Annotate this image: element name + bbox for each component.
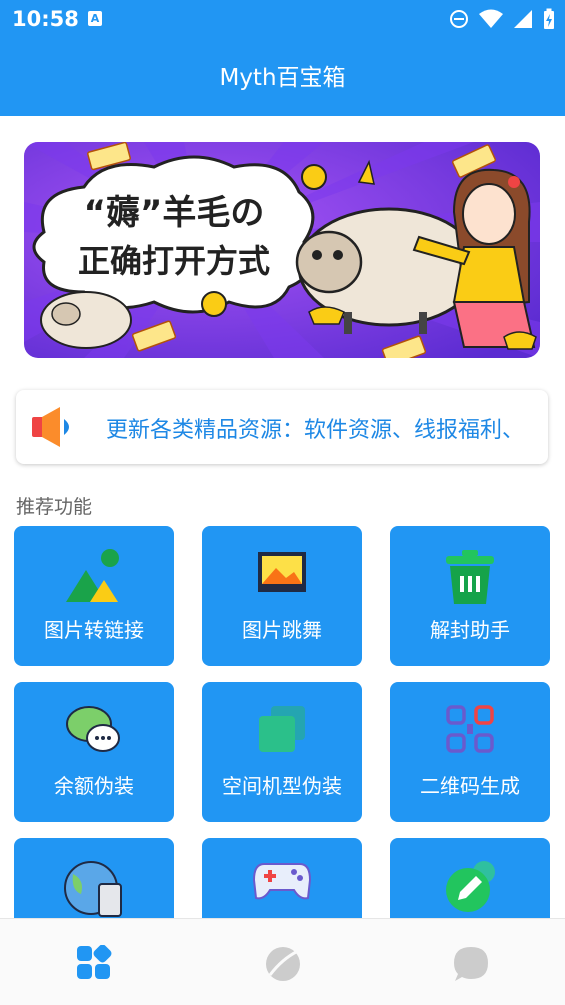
status-icons	[449, 8, 555, 30]
notice-marquee: 更新各类精品资源：软件资源、线报福利、	[106, 390, 542, 464]
notice-card[interactable]: 更新各类精品资源：软件资源、线报福利、	[16, 390, 548, 464]
nav-messages[interactable]	[452, 945, 490, 987]
gamepad-icon	[252, 860, 312, 906]
feature-grid: 图片转链接 图片跳舞 解封助手 余额伪装 空间机型伪装 二维码生成	[0, 518, 565, 918]
feature-tile-image-to-link[interactable]: 图片转链接	[14, 526, 174, 666]
status-time: 10:58	[12, 7, 79, 31]
stacked-squares-icon	[257, 704, 307, 758]
nav-home-apps[interactable]	[76, 944, 112, 985]
apps-grid-icon	[77, 944, 112, 979]
feature-tile-gamepad[interactable]	[202, 838, 362, 918]
promo-banner[interactable]: “薅”羊毛の 正确打开方式	[24, 142, 540, 358]
image-mountain-icon	[64, 548, 124, 608]
feature-tile-device-model-disguise[interactable]: 空间机型伪装	[202, 682, 362, 822]
chat-icon	[454, 947, 488, 981]
feature-tile-globe-device[interactable]	[14, 838, 174, 918]
banner-headline-line2: 正确打开方式	[78, 242, 270, 280]
section-title: 推荐功能	[16, 496, 93, 518]
speaker-icon	[30, 404, 78, 454]
chat-bubbles-icon	[65, 704, 123, 760]
signal-icon	[514, 10, 532, 28]
nav-discover[interactable]	[264, 945, 302, 987]
small-sheep-icon	[40, 291, 132, 349]
feature-label: 图片跳舞	[242, 618, 322, 642]
banner-illustration: “薅”羊毛の 正确打开方式	[24, 142, 540, 358]
feature-label: 空间机型伪装	[222, 774, 342, 798]
bottom-navigation	[0, 918, 565, 1005]
notice-text: 更新各类精品资源：软件资源、线报福利、	[106, 418, 525, 443]
battery-icon	[544, 8, 554, 29]
app-bar: Myth百宝箱	[0, 40, 565, 116]
edit-pencil-icon	[440, 860, 500, 918]
banner-headline-line1: “薅”羊毛の	[84, 193, 265, 233]
planet-icon	[266, 947, 300, 981]
feature-tile-image-dance[interactable]: 图片跳舞	[202, 526, 362, 666]
qr-code-icon	[445, 704, 495, 758]
do-not-disturb-icon	[450, 10, 468, 28]
feature-tile-unban-helper[interactable]: 解封助手	[390, 526, 550, 666]
feature-tile-balance-disguise[interactable]: 余额伪装	[14, 682, 174, 822]
feature-label: 解封助手	[430, 618, 510, 642]
feature-label: 图片转链接	[44, 618, 144, 642]
globe-device-icon	[63, 860, 125, 918]
feature-label: 余额伪装	[54, 774, 134, 798]
feature-tile-edit[interactable]	[390, 838, 550, 918]
feature-tile-qr-generator[interactable]: 二维码生成	[390, 682, 550, 822]
feature-label: 二维码生成	[420, 774, 520, 798]
wifi-icon	[479, 9, 503, 28]
app-title: Myth百宝箱	[219, 65, 346, 91]
trash-bin-icon	[442, 548, 498, 610]
status-bar: 10:58 A	[0, 0, 565, 40]
picture-frame-icon	[256, 548, 308, 600]
notification-a-icon: A	[88, 11, 102, 26]
